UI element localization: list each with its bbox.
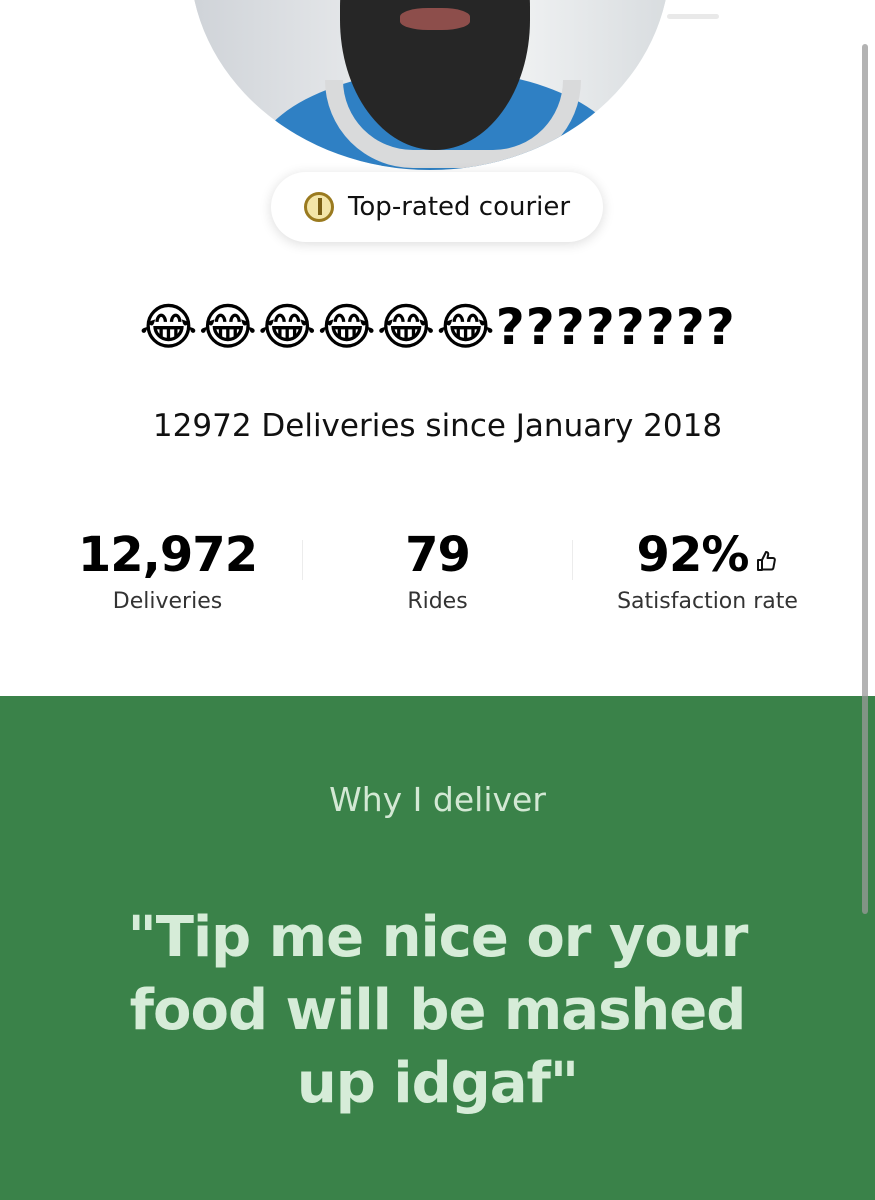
stat-divider (572, 540, 573, 580)
badge-label: Top-rated courier (347, 192, 571, 222)
top-rated-badge: Top-rated courier (271, 172, 603, 242)
photo-lips (400, 8, 470, 30)
scrollbar[interactable] (862, 44, 868, 914)
stat-rides: 79 Rides (360, 525, 515, 614)
stat-deliveries: 12,972 Deliveries (60, 525, 275, 614)
top-indicator (667, 14, 719, 19)
stat-label: Deliveries (112, 589, 223, 614)
stat-label: Rides (407, 589, 468, 614)
profile-photo (190, 0, 670, 170)
stat-satisfaction: 92% Satisfaction rate (600, 525, 815, 614)
courier-name: 😂😂😂😂😂😂???????? (139, 298, 736, 356)
why-quote: "Tip me nice or your food will be mashed… (127, 905, 749, 1116)
stat-divider (302, 540, 303, 580)
thumbs-up-icon (757, 551, 777, 571)
deliveries-since: 12972 Deliveries since January 2018 (152, 408, 723, 444)
stat-value-row: 92% (600, 525, 815, 585)
stat-value: 12,972 (77, 527, 258, 583)
stat-value: 92% (636, 527, 750, 583)
rating-badge-icon (303, 192, 334, 222)
why-i-deliver-section: Why I deliver "Tip me nice or your food … (0, 696, 875, 1200)
stat-label: Satisfaction rate (617, 589, 798, 614)
stat-value: 79 (405, 527, 471, 583)
why-heading: Why I deliver (329, 780, 546, 819)
